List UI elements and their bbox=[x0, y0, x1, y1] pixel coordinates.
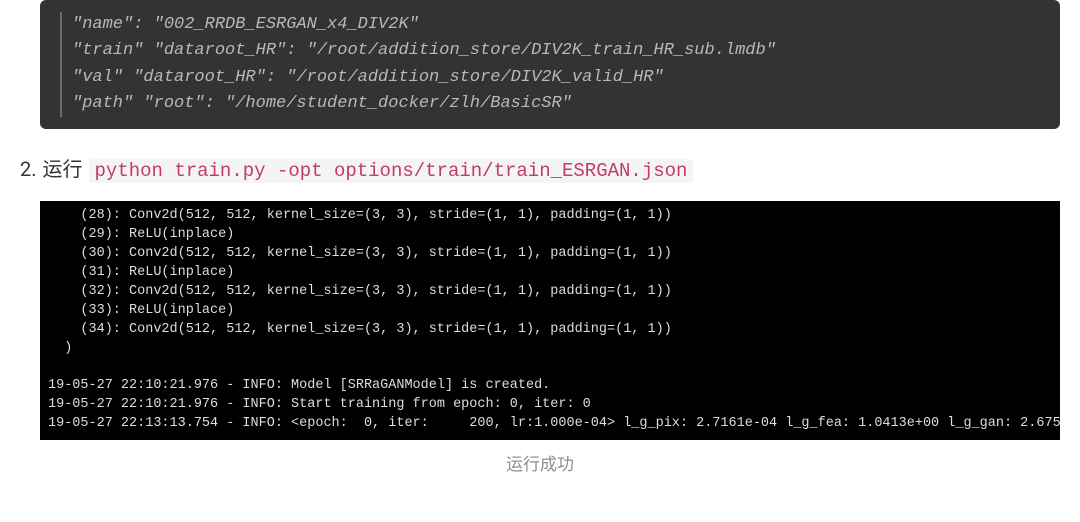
config-code-text: "name": "002_RRDB_ESRGAN_x4_DIV2K" "trai… bbox=[72, 12, 1042, 117]
step-command: python train.py -opt options/train/train… bbox=[89, 159, 694, 183]
step-2: 2. 运行 python train.py -opt options/train… bbox=[20, 153, 1080, 183]
step-number: 2. bbox=[20, 157, 37, 181]
terminal-output: (28): Conv2d(512, 512, kernel_size=(3, 3… bbox=[40, 201, 1060, 440]
caption: 运行成功 bbox=[0, 450, 1080, 475]
step-label: 运行 bbox=[43, 153, 83, 182]
config-code-block: "name": "002_RRDB_ESRGAN_x4_DIV2K" "trai… bbox=[40, 0, 1060, 129]
terminal-text: (28): Conv2d(512, 512, kernel_size=(3, 3… bbox=[48, 207, 1054, 434]
